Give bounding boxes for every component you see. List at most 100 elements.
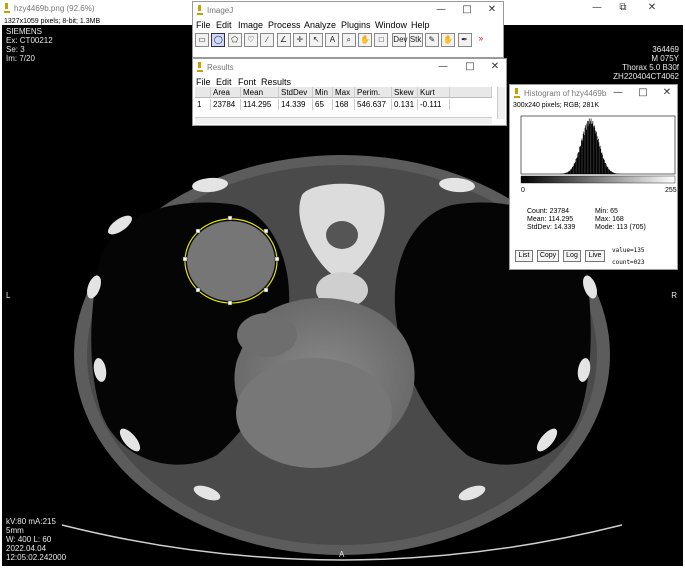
histogram-plot[interactable]: 0 255 [510, 112, 679, 208]
menu-edit[interactable]: Edit [216, 20, 232, 30]
minimize-button[interactable]: — [590, 2, 604, 14]
anterior-orientation-marker: A [339, 550, 345, 559]
hist-stat: Max: 168 [595, 216, 624, 223]
menu-window[interactable]: Window [375, 20, 407, 30]
results-menu-results[interactable]: Results [261, 77, 291, 87]
value-readout: value=135 [612, 247, 645, 254]
imagej-microscope-icon [4, 3, 10, 13]
close-button[interactable]: ✕ [645, 2, 659, 14]
menu-help[interactable]: Help [411, 20, 430, 30]
results-menu-font[interactable]: Font [238, 77, 256, 87]
left-orientation-marker: L [6, 291, 11, 300]
menu-process[interactable]: Process [268, 20, 301, 30]
text-tool[interactable]: A [325, 33, 340, 47]
brush-tool[interactable]: ✋ [441, 33, 456, 47]
column-header[interactable]: Area [211, 87, 241, 98]
histogram-window: Histogram of hzy4469b — □ ✕ 300x240 pixe… [509, 84, 678, 270]
hist-stat: Min: 65 [595, 208, 618, 215]
close-button[interactable]: ✕ [660, 87, 674, 99]
maximize-button[interactable]: □ [636, 87, 650, 99]
magnifier-tool[interactable]: ⌕ [341, 33, 356, 47]
histogram-subtitle: 300x240 pixels; RGB; 281K [513, 102, 599, 109]
overlay-top-left: SIEMENS Ex: CT00212 Se: 3 Im: 7/20 [6, 27, 53, 63]
image-info: 1327x1059 pixels; 8-bit; 1.3MB [4, 18, 101, 25]
oval-tool[interactable]: ◯ [211, 33, 226, 47]
angle-tool[interactable]: ∠ [276, 33, 291, 47]
point-tool[interactable]: ✛ [292, 33, 307, 47]
hist-stat: Count: 23784 [527, 208, 570, 215]
column-header[interactable]: Perim. [355, 87, 392, 98]
histogram-titlebar[interactable]: Histogram of hzy4469b — □ ✕ [510, 85, 677, 103]
maximize-button[interactable]: ⧉ [616, 2, 630, 14]
image-window-title: hzy4469b.png (92.6%) [14, 4, 95, 13]
log-button[interactable]: Log [563, 250, 581, 262]
table-cell[interactable]: -0.111 [418, 99, 450, 110]
menu-plugins[interactable]: Plugins [341, 20, 371, 30]
histogram-title: Histogram of hzy4469b [524, 89, 607, 98]
table-cell[interactable]: 168 [333, 99, 355, 110]
stack-tool[interactable]: Stk [408, 33, 423, 47]
maximize-button[interactable]: □ [460, 4, 474, 16]
table-cell[interactable]: 14.339 [279, 99, 313, 110]
imagej-window: ImageJ — □ ✕ File Edit Image Process Ana… [192, 1, 504, 58]
axis-min-label: 0 [521, 187, 525, 194]
column-header[interactable]: Max [333, 87, 355, 98]
table-cell[interactable]: 65 [313, 99, 333, 110]
close-button[interactable]: ✕ [488, 61, 502, 73]
results-horizontal-scrollbar[interactable] [195, 117, 492, 124]
imagej-microscope-icon [197, 5, 203, 15]
column-header[interactable]: Kurt [418, 87, 450, 98]
results-menu-edit[interactable]: Edit [216, 77, 232, 87]
live-button[interactable]: Live [585, 250, 605, 262]
maximize-button[interactable]: □ [463, 61, 477, 73]
column-header[interactable] [195, 87, 211, 98]
line-tool[interactable]: ∕ [260, 33, 275, 47]
overlay-bottom-left: kV:80 mA:215 5mm W: 400 L: 60 2022.04.04 1… [6, 517, 67, 562]
pencil-tool[interactable]: ✎ [424, 33, 439, 47]
rectangle-tool[interactable]: ▭ [195, 33, 209, 47]
results-window: Results — □ ✕ File Edit Font Results Are… [192, 58, 507, 126]
copy-button[interactable]: Copy [537, 250, 559, 262]
menu-file[interactable]: File [196, 20, 211, 30]
minimize-button[interactable]: — [611, 87, 625, 99]
hist-stat: Mode: 113 (705) [595, 224, 646, 231]
count-readout: count=023 [612, 259, 645, 266]
polygon-tool[interactable]: ⬠ [227, 33, 242, 47]
hist-stat: StdDev: 14.339 [527, 224, 576, 231]
more-tools[interactable]: » [474, 33, 488, 47]
minimize-button[interactable]: — [434, 4, 448, 16]
right-orientation-marker: R [671, 291, 677, 300]
hist-stat: Mean: 114.295 [527, 216, 574, 223]
menu-analyze[interactable]: Analyze [304, 20, 336, 30]
table-cell[interactable]: 0.131 [392, 99, 418, 110]
results-menu-file[interactable]: File [196, 77, 211, 87]
list-button[interactable]: List [515, 250, 533, 262]
results-vertical-scrollbar[interactable] [497, 87, 505, 119]
developer-menu-tool[interactable]: Dev [392, 33, 408, 47]
wand-tool[interactable]: ↖ [309, 33, 324, 47]
dropper-tool[interactable]: ✒ [457, 33, 472, 47]
column-header[interactable]: Min [313, 87, 333, 98]
grayscale-bar [520, 175, 676, 184]
table-cell[interactable]: 23784 [211, 99, 241, 110]
table-cell[interactable]: 1 [195, 99, 211, 110]
results-table[interactable]: Area Mean StdDev Min Max Perim. Skew Kur… [195, 87, 492, 119]
column-header-empty [450, 87, 492, 98]
table-cell[interactable]: 114.295 [241, 99, 279, 110]
imagej-menubar: File Edit Image Process Analyze Plugins … [193, 18, 503, 32]
minimize-button[interactable]: — [436, 61, 450, 73]
menu-image[interactable]: Image [238, 20, 263, 30]
imagej-microscope-icon [197, 62, 203, 72]
column-header[interactable]: StdDev [279, 87, 313, 98]
freehand-tool[interactable]: ♡ [243, 33, 258, 47]
column-header[interactable]: Mean [241, 87, 279, 98]
color-picker-tool[interactable]: □ [374, 33, 389, 47]
axis-max-label: 255 [665, 187, 677, 194]
imagej-microscope-icon [514, 88, 520, 98]
results-title: Results [207, 63, 234, 72]
table-cell[interactable]: 546.637 [355, 99, 392, 110]
hand-tool[interactable]: ✋ [358, 33, 372, 47]
close-button[interactable]: ✕ [485, 4, 499, 16]
imagej-title: ImageJ [207, 6, 234, 15]
column-header[interactable]: Skew [392, 87, 418, 98]
